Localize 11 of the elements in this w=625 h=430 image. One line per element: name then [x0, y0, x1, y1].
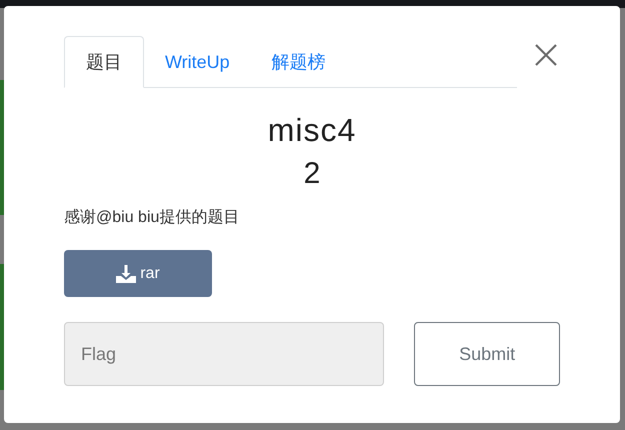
download-icon — [116, 264, 136, 282]
challenge-points: 2 — [304, 156, 320, 192]
submit-button[interactable]: Submit — [414, 322, 560, 386]
tab[interactable]: WriteUp — [144, 36, 251, 88]
challenge-title: misc4 — [268, 111, 356, 150]
download-button[interactable]: rar — [64, 250, 212, 297]
close-icon — [534, 43, 558, 67]
tab[interactable]: 解题榜 — [250, 36, 347, 88]
flag-field[interactable]: Flag — [64, 322, 384, 386]
challenge-description: 感谢@biu biu提供的题目 — [64, 208, 240, 228]
tab[interactable]: 题目 — [64, 36, 144, 88]
